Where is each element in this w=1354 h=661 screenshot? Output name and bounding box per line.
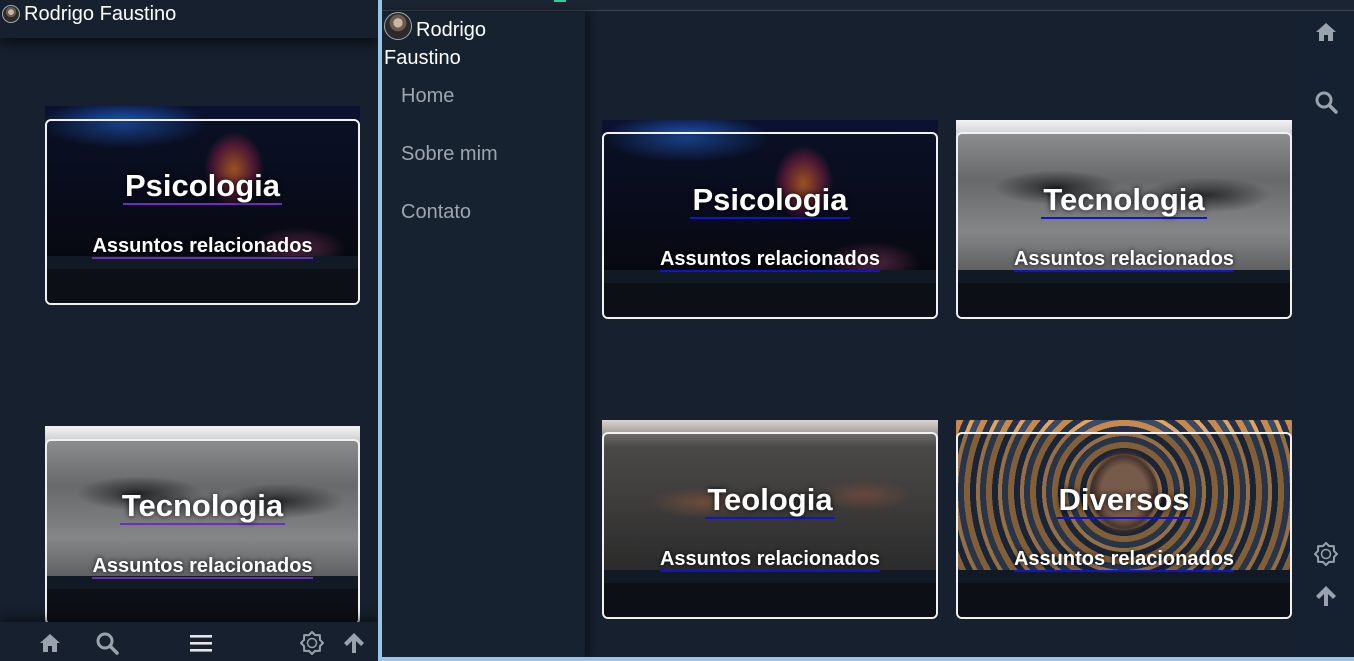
card-title-link[interactable]: Tecnologia: [1041, 182, 1207, 219]
card-title-link[interactable]: Psicologia: [122, 168, 283, 205]
right-rail: [1298, 12, 1354, 657]
card-frame: [956, 432, 1292, 619]
nav-item-home[interactable]: Home: [401, 85, 454, 108]
home-icon[interactable]: [1314, 20, 1338, 44]
search-icon[interactable]: [95, 631, 119, 655]
sidebar: Rodrigo Faustino Home Sobre mim Contato: [382, 12, 585, 657]
card-frame: [956, 132, 1292, 319]
category-card-tecnologia[interactable]: Tecnologia Assuntos relacionados: [956, 120, 1292, 320]
category-card-psicologia[interactable]: Psicologia Assuntos relacionados: [602, 120, 938, 320]
card-title-link[interactable]: Psicologia: [690, 182, 850, 219]
home-icon[interactable]: [38, 631, 62, 655]
card-subtitle-link[interactable]: Assuntos relacionados: [92, 235, 313, 259]
nav-item-sobre-mim[interactable]: Sobre mim: [401, 143, 498, 166]
card-subtitle-link[interactable]: Assuntos relacionados: [659, 248, 881, 272]
nav-item-contato[interactable]: Contato: [401, 201, 471, 224]
card-subtitle-link[interactable]: Assuntos relacionados: [92, 555, 313, 579]
card-subtitle-link[interactable]: Assuntos relacionados: [1013, 248, 1235, 272]
category-card-diversos[interactable]: Diversos Assuntos relacionados: [956, 420, 1292, 620]
card-frame: [45, 439, 360, 625]
brand-last-name: Faustino: [384, 47, 461, 69]
card-subtitle-link[interactable]: Assuntos relacionados: [659, 548, 881, 572]
card-frame: [602, 132, 938, 319]
arrow-up-icon[interactable]: [342, 631, 366, 655]
mobile-view: Rodrigo Faustino Psicologia Assuntos rel…: [0, 0, 378, 661]
category-card-teologia[interactable]: Teologia Assuntos relacionados: [602, 420, 938, 620]
category-card-psicologia[interactable]: Psicologia Assuntos relacionados: [45, 106, 360, 306]
category-card-tecnologia[interactable]: Tecnologia Assuntos relacionados: [45, 426, 360, 626]
screen: Rodrigo Faustino Psicologia Assuntos rel…: [0, 0, 1354, 661]
card-title-link[interactable]: Tecnologia: [119, 488, 286, 525]
mobile-bottom-bar: [0, 622, 378, 661]
menu-icon[interactable]: [189, 631, 213, 655]
brand[interactable]: Rodrigo Faustino: [384, 12, 584, 72]
card-title-link[interactable]: Diversos: [1056, 482, 1192, 519]
avatar: [384, 12, 412, 40]
avatar: [2, 5, 20, 23]
settings-icon[interactable]: [1314, 542, 1338, 566]
window-top-bar: [382, 0, 1354, 11]
brand-first-name: Rodrigo: [416, 19, 487, 41]
desktop-view: Rodrigo Faustino Home Sobre mim Contato …: [378, 0, 1354, 661]
card-frame: [45, 119, 360, 305]
mobile-header: Rodrigo Faustino: [0, 0, 378, 38]
card-title-link[interactable]: Teologia: [705, 482, 835, 519]
card-frame: [602, 432, 938, 619]
brand-name[interactable]: Rodrigo Faustino: [24, 2, 176, 26]
arrow-up-icon[interactable]: [1314, 584, 1338, 608]
card-subtitle-link[interactable]: Assuntos relacionados: [1013, 548, 1235, 572]
settings-icon[interactable]: [300, 631, 324, 655]
search-icon[interactable]: [1314, 90, 1338, 114]
